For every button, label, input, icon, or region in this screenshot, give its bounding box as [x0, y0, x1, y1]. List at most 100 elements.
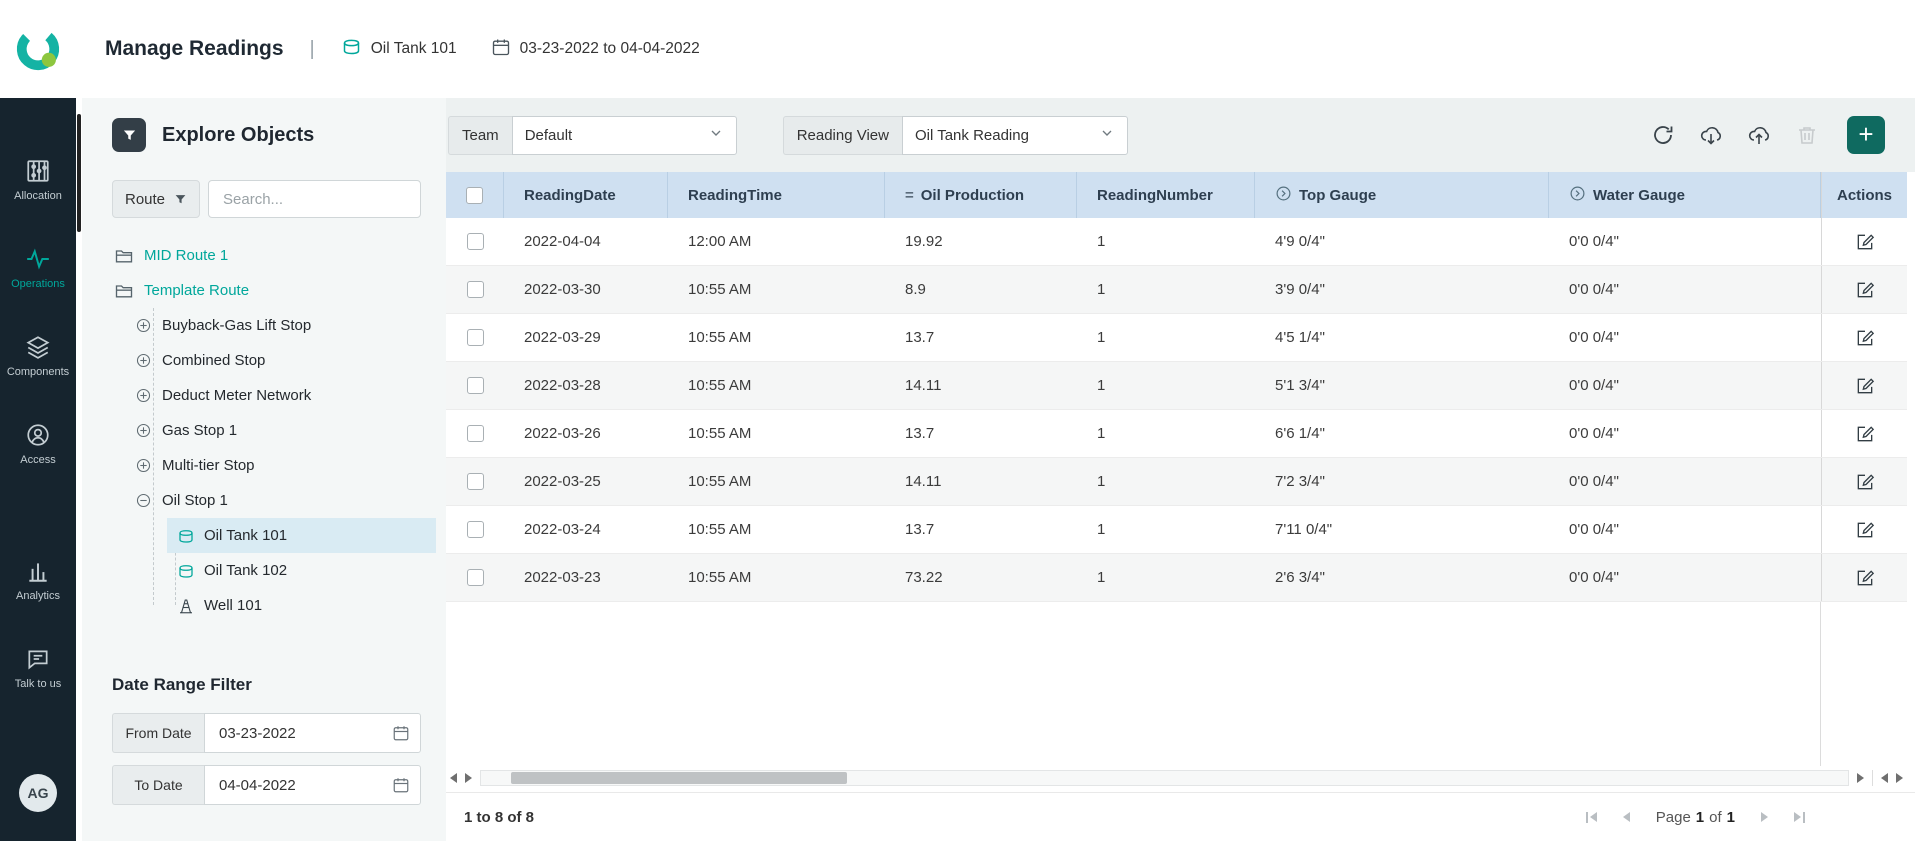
to-date-input[interactable]: [204, 765, 421, 805]
page-title: Manage Readings: [105, 37, 284, 61]
pinned-scroll-left-button[interactable]: [1881, 773, 1888, 783]
tank-icon: [177, 562, 195, 580]
prev-page-button[interactable]: [1623, 812, 1630, 822]
tree-item-multi-tier-stop[interactable]: Multi-tier Stop: [112, 448, 436, 483]
pinned-scroll-right-button[interactable]: [1896, 773, 1903, 783]
last-page-button[interactable]: [1794, 812, 1805, 823]
scrollbar-track[interactable]: [480, 770, 1849, 786]
tree-item-mid-route-1[interactable]: MID Route 1: [112, 238, 436, 273]
table-row[interactable]: 2022-03-23 10:55 AM 73.22 1 2'6 3/4" 0'0…: [446, 554, 1907, 602]
next-page-button[interactable]: [1761, 812, 1768, 822]
folder-icon[interactable]: [114, 246, 134, 266]
cell-reading-number: 1: [1077, 554, 1255, 601]
cloud-upload-icon[interactable]: [1747, 123, 1771, 147]
column-header-actions: Actions: [1821, 172, 1907, 218]
cell-top-gauge: 2'6 3/4": [1255, 554, 1549, 601]
to-date-value[interactable]: [205, 766, 420, 804]
row-checkbox[interactable]: [467, 329, 484, 346]
edit-icon[interactable]: [1855, 424, 1875, 444]
tree-item-template-route[interactable]: Template Route: [112, 273, 436, 308]
team-select[interactable]: Default: [512, 116, 737, 155]
table-row[interactable]: 2022-03-28 10:55 AM 14.11 1 5'1 3/4" 0'0…: [446, 362, 1907, 410]
cell-oil-production: 13.7: [885, 506, 1077, 553]
edit-icon[interactable]: [1855, 568, 1875, 588]
user-avatar[interactable]: AG: [19, 774, 57, 812]
column-header-readingnumber[interactable]: ReadingNumber: [1077, 172, 1255, 218]
cell-oil-production: 14.11: [885, 362, 1077, 409]
sidebar-item-talk-to-us[interactable]: Talk to us: [0, 646, 76, 690]
top-header: Manage Readings | Oil Tank 101 03-23-202…: [0, 0, 1915, 98]
edit-icon[interactable]: [1855, 280, 1875, 300]
table-row[interactable]: 2022-03-29 10:55 AM 13.7 1 4'5 1/4" 0'0 …: [446, 314, 1907, 362]
tree-item-combined-stop[interactable]: Combined Stop: [112, 343, 436, 378]
sidebar-item-allocation[interactable]: Allocation: [0, 158, 76, 202]
search-input[interactable]: [208, 180, 421, 218]
team-label: Team: [448, 116, 512, 155]
table-row[interactable]: 2022-03-30 10:55 AM 8.9 1 3'9 0/4" 0'0 0…: [446, 266, 1907, 314]
app-logo[interactable]: [0, 0, 76, 98]
column-header-water-gauge[interactable]: Water Gauge: [1549, 172, 1821, 218]
table-row[interactable]: 2022-03-26 10:55 AM 13.7 1 6'6 1/4" 0'0 …: [446, 410, 1907, 458]
column-header-oil-production[interactable]: =Oil Production: [885, 172, 1077, 218]
from-date-value[interactable]: [205, 714, 420, 752]
edit-icon[interactable]: [1855, 328, 1875, 348]
cloud-download-icon[interactable]: [1699, 123, 1723, 147]
trash-icon[interactable]: [1795, 123, 1819, 147]
cell-oil-production: 14.11: [885, 458, 1077, 505]
folder-icon[interactable]: [114, 281, 134, 301]
abacus-icon: [25, 158, 51, 184]
edit-icon[interactable]: [1855, 472, 1875, 492]
explore-header: Explore Objects: [112, 118, 421, 152]
scroll-right-button[interactable]: [465, 773, 472, 783]
team-value: Default: [525, 127, 573, 144]
column-header-top-gauge[interactable]: Top Gauge: [1255, 172, 1549, 218]
plus-icon[interactable]: [135, 457, 152, 474]
minus-icon[interactable]: [135, 492, 152, 509]
from-date-input[interactable]: [204, 713, 421, 753]
select-all-checkbox[interactable]: [466, 187, 483, 204]
edit-icon[interactable]: [1855, 520, 1875, 540]
column-header-readingdate[interactable]: ReadingDate: [504, 172, 668, 218]
row-checkbox[interactable]: [467, 281, 484, 298]
plus-icon[interactable]: [135, 422, 152, 439]
table-row[interactable]: 2022-04-04 12:00 AM 19.92 1 4'9 0/4" 0'0…: [446, 218, 1907, 266]
sidebar-item-access[interactable]: Access: [0, 422, 76, 466]
sidebar-item-operations[interactable]: Operations: [0, 246, 76, 290]
edit-icon[interactable]: [1855, 376, 1875, 396]
row-checkbox[interactable]: [467, 233, 484, 250]
column-header-readingtime[interactable]: ReadingTime: [668, 172, 885, 218]
scrollbar-thumb[interactable]: [511, 772, 847, 784]
tree-item-oil-tank-102[interactable]: Oil Tank 102: [112, 553, 436, 588]
first-page-button[interactable]: [1586, 812, 1597, 823]
scroll-left-button[interactable]: [450, 773, 457, 783]
plus-icon[interactable]: [135, 352, 152, 369]
sidebar-item-components[interactable]: Components: [0, 334, 76, 378]
calendar-icon[interactable]: [392, 776, 410, 794]
refresh-icon[interactable]: [1651, 123, 1675, 147]
add-reading-button[interactable]: +: [1847, 116, 1885, 154]
row-checkbox[interactable]: [467, 473, 484, 490]
reading-view-select[interactable]: Oil Tank Reading: [902, 116, 1128, 155]
edit-icon[interactable]: [1855, 232, 1875, 252]
tree-item-gas-stop-1[interactable]: Gas Stop 1: [112, 413, 436, 448]
tree-item-buyback-gas-lift-stop[interactable]: Buyback-Gas Lift Stop: [112, 308, 436, 343]
row-checkbox[interactable]: [467, 425, 484, 442]
tree-item-oil-stop-1[interactable]: Oil Stop 1: [112, 483, 436, 518]
tree-item-deduct-meter-network[interactable]: Deduct Meter Network: [112, 378, 436, 413]
row-checkbox[interactable]: [467, 377, 484, 394]
panel-scrollbar-thumb[interactable]: [77, 114, 81, 232]
plus-icon[interactable]: [135, 387, 152, 404]
sidebar-item-analytics[interactable]: Analytics: [0, 558, 76, 602]
plus-icon[interactable]: [135, 317, 152, 334]
table-row[interactable]: 2022-03-24 10:55 AM 13.7 1 7'11 0/4" 0'0…: [446, 506, 1907, 554]
filter-button[interactable]: [112, 118, 146, 152]
tree-item-well-101[interactable]: Well 101: [112, 588, 436, 623]
scroll-right-button[interactable]: [1857, 773, 1864, 783]
calendar-icon[interactable]: [392, 724, 410, 742]
table-row[interactable]: 2022-03-25 10:55 AM 14.11 1 7'2 3/4" 0'0…: [446, 458, 1907, 506]
route-selector[interactable]: Route: [112, 180, 200, 218]
cell-reading-number: 1: [1077, 410, 1255, 457]
row-checkbox[interactable]: [467, 569, 484, 586]
tree-item-oil-tank-101[interactable]: Oil Tank 101: [112, 518, 436, 553]
row-checkbox[interactable]: [467, 521, 484, 538]
